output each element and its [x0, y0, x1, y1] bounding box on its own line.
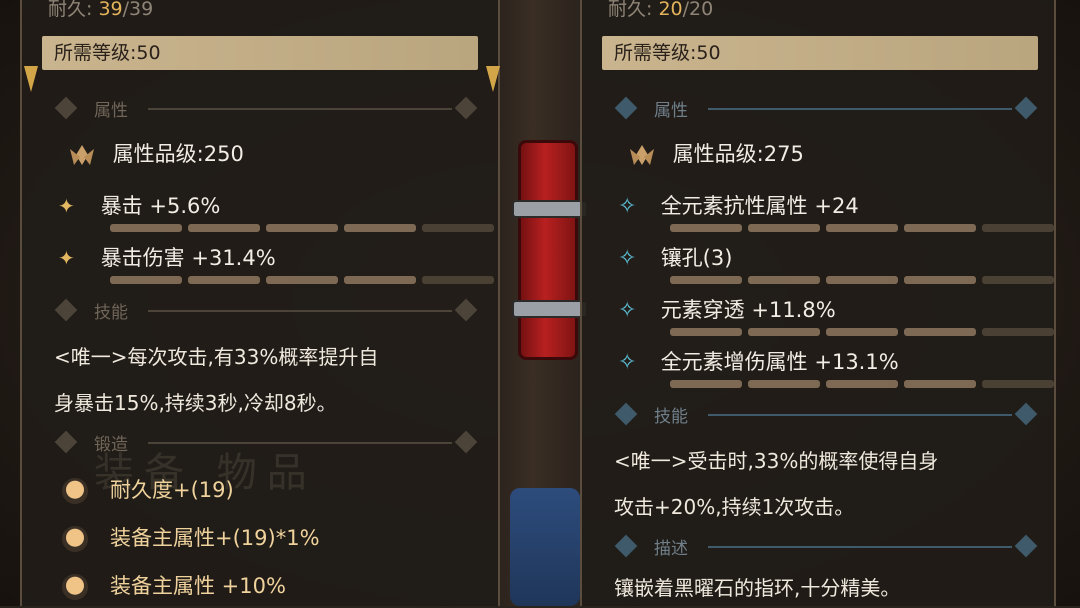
attr-text: 元素穿透 +11.8% [660, 298, 836, 322]
diamond-icon [454, 298, 478, 322]
skill-description: <唯一>受击时,33%的概率使得自身 攻击+20%,持续1次攻击。 [614, 438, 1044, 530]
section-description: 描述 [614, 534, 1038, 560]
section-skills: 技能 [54, 298, 478, 324]
durability-current: 39 [98, 0, 123, 20]
skill-line: <唯一>每次攻击,有33%概率提升自 [54, 345, 379, 369]
attr-roll-bar [670, 328, 1054, 336]
star-icon: ✦ [58, 194, 75, 218]
element-star-icon: ✧ [618, 246, 637, 271]
diamond-icon [1014, 534, 1038, 558]
element-star-icon: ✧ [618, 298, 637, 323]
section-skills: 技能 [614, 402, 1038, 428]
character-red-armor [518, 140, 578, 360]
durability-max: 20 [689, 0, 714, 20]
skill-line: 攻击+20%,持续1次攻击。 [614, 495, 855, 519]
forge-text: 装备主属性+(19)*1% [110, 526, 320, 550]
attr-row: ✦ 暴击 +5.6% [58, 190, 220, 220]
diamond-icon [1014, 402, 1038, 426]
attr-row: ✦ 暴击伤害 +31.4% [58, 242, 276, 272]
section-attributes: 属性 [614, 96, 1038, 122]
forge-item: 装备主属性+(19)*1% [62, 522, 320, 552]
attr-grade: 属性品级:250 [58, 138, 244, 169]
attr-text: 暴击 +5.6% [100, 194, 221, 218]
section-attributes: 属性 [54, 96, 478, 122]
gem-slot-icon [62, 526, 88, 552]
diamond-icon [454, 96, 478, 120]
attr-roll-bar [670, 224, 1054, 232]
required-level-bar: 所需等级:50 [42, 36, 478, 70]
element-star-icon: ✧ [618, 194, 637, 219]
attr-grade-text: 属性品级:250 [112, 142, 244, 166]
attr-grade: 属性品级:275 [618, 138, 804, 169]
item-description: 镶嵌着黑曜石的指环,十分精美。 [614, 576, 901, 600]
section-title: 锻造 [94, 435, 128, 455]
skill-line: 身暴击15%,持续3秒,冷却8秒。 [54, 391, 337, 415]
section-title: 技能 [654, 407, 688, 427]
attr-row: ✧ 元素穿透 +11.8% [618, 294, 836, 324]
gem-slot-icon [62, 478, 88, 504]
diamond-icon [54, 96, 78, 120]
durability-current: 20 [658, 0, 683, 20]
attr-roll-bar [110, 276, 494, 284]
diamond-icon [54, 430, 78, 454]
attr-roll-bar [670, 380, 1054, 388]
section-title: 描述 [654, 539, 688, 559]
corner-ornament [486, 66, 500, 92]
diamond-icon [614, 534, 638, 558]
item-tooltip-left: 耐久: 39/39 所需等级:50 属性 属性品级:250 ✦ 暴击 +5.6%… [20, 0, 500, 606]
durability-label: 耐久: [608, 0, 653, 20]
corner-ornament [24, 66, 38, 92]
attr-row: ✧ 镶孔(3) [618, 242, 732, 272]
armor-band [512, 200, 588, 218]
section-title: 属性 [654, 101, 688, 121]
item-tooltip-right: 耐久: 20/20 所需等级:50 属性 属性品级:275 ✧ 全元素抗性属性 … [580, 0, 1056, 606]
attr-row: ✧ 全元素增伤属性 +13.1% [618, 346, 899, 376]
lotus-icon [70, 145, 94, 165]
attr-roll-bar [670, 276, 1054, 284]
durability: 耐久: 39/39 [48, 0, 154, 20]
character-blue-figure [510, 488, 580, 606]
gem-slot-icon [62, 574, 88, 600]
attr-text: 暴击伤害 +31.4% [100, 246, 276, 270]
section-title: 技能 [94, 303, 128, 323]
attr-text: 全元素增伤属性 +13.1% [660, 350, 899, 374]
element-star-icon: ✧ [618, 350, 637, 375]
attr-text: 全元素抗性属性 +24 [660, 194, 859, 218]
durability: 耐久: 20/20 [608, 0, 714, 20]
forge-item: 耐久度+(19) [62, 474, 234, 504]
diamond-icon [454, 430, 478, 454]
attr-grade-text: 属性品级:275 [672, 142, 804, 166]
attr-text: 镶孔(3) [660, 246, 733, 270]
attr-roll-bar [110, 224, 494, 232]
attr-row: ✧ 全元素抗性属性 +24 [618, 190, 859, 220]
skill-line: <唯一>受击时,33%的概率使得自身 [614, 449, 939, 473]
diamond-icon [614, 96, 638, 120]
diamond-icon [54, 298, 78, 322]
diamond-icon [1014, 96, 1038, 120]
section-forge: 锻造 [54, 430, 478, 456]
durability-max: 39 [129, 0, 154, 20]
diamond-icon [614, 402, 638, 426]
forge-item: 装备主属性 +10% [62, 570, 286, 600]
skill-description: <唯一>每次攻击,有33%概率提升自 身暴击15%,持续3秒,冷却8秒。 [54, 334, 484, 426]
star-icon: ✦ [58, 246, 75, 270]
durability-label: 耐久: [48, 0, 93, 20]
armor-band [512, 300, 588, 318]
forge-text: 耐久度+(19) [110, 478, 234, 502]
required-level-bar: 所需等级:50 [602, 36, 1038, 70]
section-title: 属性 [94, 101, 128, 121]
forge-text: 装备主属性 +10% [110, 574, 286, 598]
lotus-icon [630, 145, 654, 165]
